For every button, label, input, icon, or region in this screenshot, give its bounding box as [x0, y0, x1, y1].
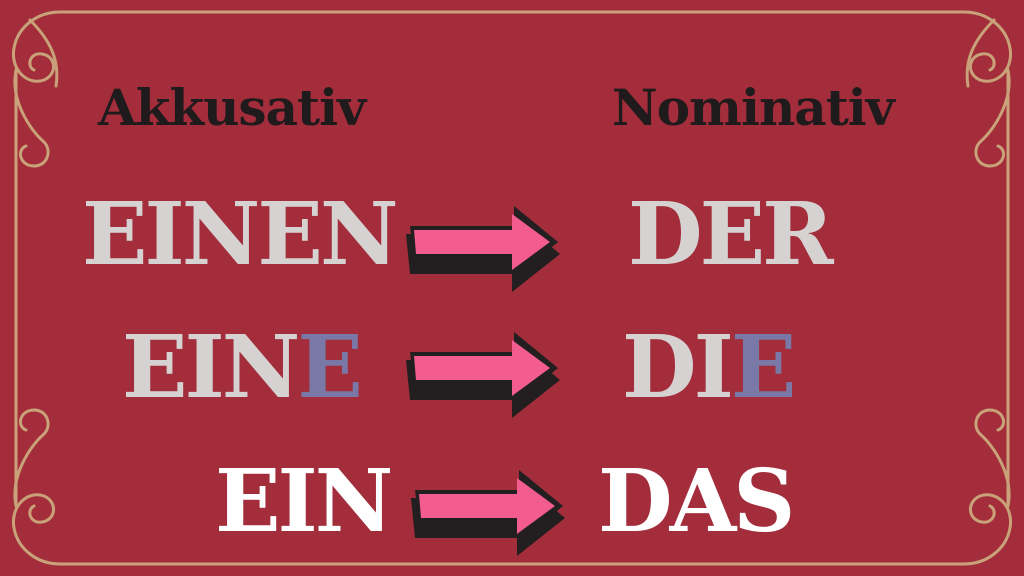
word-eine-highlight: E	[297, 317, 363, 418]
word-das: DAS	[598, 451, 795, 552]
word-ein-base: EIN	[215, 451, 393, 552]
slide: Akkusativ Nominativ EINEN DER EINE DIE E…	[0, 0, 1024, 576]
word-eine-base: EIN	[122, 317, 300, 418]
word-ein: EIN	[215, 451, 393, 552]
word-das-base: DAS	[598, 451, 795, 552]
arrow-right-icon	[406, 206, 560, 292]
word-die-base: DI	[622, 317, 734, 418]
word-der: DER	[628, 184, 834, 285]
word-die-highlight: E	[730, 317, 797, 418]
arrow-right-icon	[411, 470, 565, 556]
heading-nominativ: Nominativ	[612, 78, 895, 137]
word-der-base: DER	[628, 184, 834, 285]
arrow-right-icon	[406, 332, 560, 418]
word-die: DIE	[622, 317, 797, 418]
word-einen: EINEN	[82, 184, 399, 285]
word-eine: EINE	[122, 317, 363, 418]
heading-akkusativ: Akkusativ	[98, 78, 366, 137]
word-einen-base: EINEN	[82, 184, 399, 285]
